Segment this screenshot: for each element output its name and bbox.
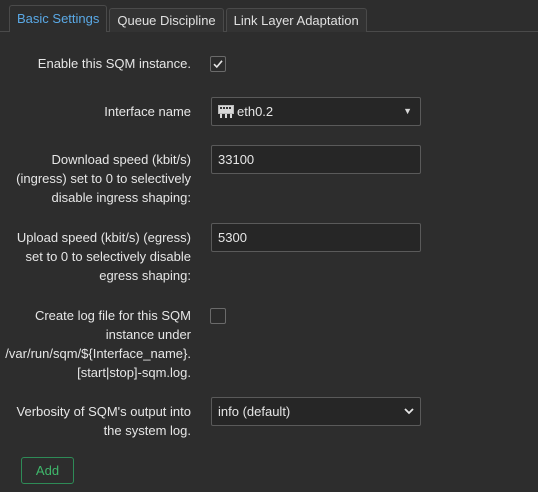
check-icon [213,60,223,69]
verbosity-label-line: Verbosity of SQM's output into [16,404,191,419]
logfile-label-line: [start|stop]-sqm.log. [77,365,191,380]
verbosity-label-line: the system log. [103,423,191,438]
upload-speed-input[interactable]: 5300 [211,223,421,252]
caret-down-icon: ▼ [403,106,412,116]
verbosity-label: Verbosity of SQM's output into the syste… [1,402,191,440]
upload-label: Upload speed (kbit/s) (egress) set to 0 … [1,228,191,285]
logfile-label-line: instance under [105,327,191,342]
download-label-line: disable ingress shaping: [51,190,191,205]
logfile-label: Create log file for this SQM instance un… [1,306,191,382]
upload-label-line: Upload speed (kbit/s) (egress) [16,230,191,245]
tab-queue-discipline[interactable]: Queue Discipline [109,8,224,32]
add-button[interactable]: Add [21,457,74,484]
tab-bar: Basic Settings Queue Discipline Link Lay… [9,5,538,32]
verbosity-select[interactable]: info (default) [211,397,421,426]
enable-checkbox[interactable] [210,56,226,72]
interface-select[interactable]: eth0.2 ▼ [211,97,421,126]
network-port-icon [218,101,234,128]
logfile-label-line: /var/run/sqm/${Interface_name}. [5,346,191,361]
download-label-line: (ingress) set to 0 to selectively [16,171,191,186]
tab-basic-settings[interactable]: Basic Settings [9,5,108,32]
verbosity-value: info (default) [218,404,291,419]
chevron-down-icon [404,408,414,415]
tab-link-layer-adaptation[interactable]: Link Layer Adaptation [225,8,367,32]
interface-value: eth0.2 [237,104,274,119]
logfile-label-line: Create log file for this SQM [34,308,191,323]
interface-label: Interface name [104,104,191,119]
download-label: Download speed (kbit/s) (ingress) set to… [1,150,191,207]
download-speed-input[interactable]: 33100 [211,145,421,174]
logfile-checkbox[interactable] [210,308,226,324]
download-label-line: Download speed (kbit/s) [51,152,191,167]
enable-label: Enable this SQM instance. [37,56,191,71]
upload-label-line: set to 0 to selectively disable [25,249,191,264]
upload-label-line: egress shaping: [99,268,191,283]
